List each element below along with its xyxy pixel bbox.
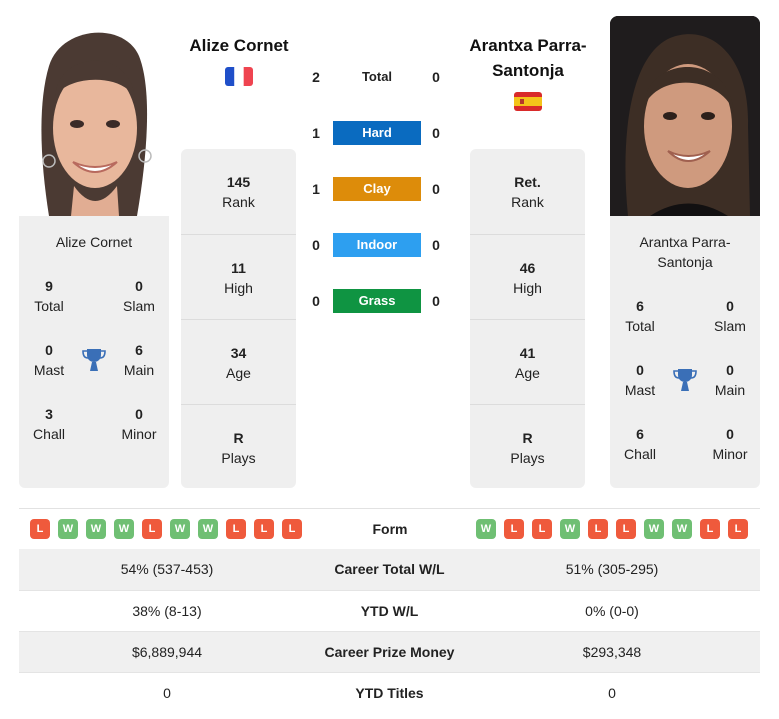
h2h-label-total: Total bbox=[361, 69, 393, 84]
h2h-left-value: 1 bbox=[312, 125, 320, 141]
form-badge-loss[interactable]: L bbox=[588, 519, 608, 539]
h2h-row-indoor[interactable]: 0 Indoor 0 bbox=[305, 233, 445, 257]
stat-chall: 3 Chall bbox=[33, 406, 65, 442]
player-left-card-name: Alize Cornet bbox=[55, 234, 133, 250]
row-label: YTD Titles bbox=[355, 685, 424, 701]
left-value: $6,889,944 bbox=[131, 644, 203, 660]
stat-slam: 0 Slam bbox=[123, 278, 155, 314]
info-rank: Ret. Rank bbox=[511, 174, 544, 210]
info-high: 11 High bbox=[181, 234, 296, 319]
player-right-card: Arantxa Parra- Santonja 6 Total 0 Slam 0 Ma… bbox=[610, 216, 760, 488]
info-age: 41 Age bbox=[470, 319, 585, 404]
form-badge-loss[interactable]: L bbox=[504, 519, 524, 539]
form-label: Form bbox=[372, 521, 408, 537]
flag-spain-icon bbox=[514, 92, 542, 111]
player-right-name[interactable]: Arantxa Parra- Santonja bbox=[463, 33, 593, 83]
stat-minor: 0 Minor bbox=[121, 406, 157, 442]
info-plays: R Plays bbox=[470, 404, 585, 489]
h2h-right-value: 0 bbox=[432, 237, 440, 253]
left-value: 38% (8-13) bbox=[132, 603, 202, 619]
surface-clay-button[interactable]: Clay bbox=[333, 177, 421, 201]
player-left-card: Alize Cornet 9 Total 0 Slam 0 Mast 6 Main 3C… bbox=[19, 216, 169, 488]
h2h-left-value: 0 bbox=[312, 237, 320, 253]
h2h-right-value: 0 bbox=[432, 125, 440, 141]
info-rank: 145 Rank bbox=[222, 174, 255, 210]
stat-slam: 0 Slam bbox=[714, 298, 746, 334]
form-badge-win[interactable]: W bbox=[170, 519, 190, 539]
form-badge-win[interactable]: W bbox=[560, 519, 580, 539]
left-value: 54% (537-453) bbox=[120, 561, 214, 577]
h2h-left-value: 1 bbox=[312, 181, 320, 197]
stat-main: 0 Main bbox=[714, 362, 746, 398]
form-badge-win[interactable]: W bbox=[644, 519, 664, 539]
stat-minor: 0 Minor bbox=[712, 426, 748, 462]
h2h-row-hard[interactable]: 1 Hard 0 bbox=[305, 121, 445, 145]
surface-hard-button[interactable]: Hard bbox=[333, 121, 421, 145]
stat-total: 6 Total bbox=[625, 298, 655, 334]
table-row: $6,889,944 Career Prize Money $293,348 bbox=[19, 631, 760, 672]
form-badge-loss[interactable]: L bbox=[700, 519, 720, 539]
h2h-right-value: 0 bbox=[432, 69, 440, 85]
player-right-photo bbox=[610, 16, 760, 216]
table-row: 54% (537-453) Career Total W/L 51% (305-… bbox=[19, 549, 760, 590]
h2h-row-total: 2 Total 0 bbox=[305, 65, 445, 89]
table-row: 38% (8-13) YTD W/L 0% (0-0) bbox=[19, 590, 760, 631]
right-value: 0% (0-0) bbox=[585, 603, 639, 619]
info-age: 34 Age bbox=[181, 319, 296, 404]
row-label: YTD W/L bbox=[360, 603, 419, 619]
form-badge-loss[interactable]: L bbox=[616, 519, 636, 539]
form-badge-loss[interactable]: L bbox=[142, 519, 162, 539]
right-value: 51% (305-295) bbox=[565, 561, 659, 577]
player-right-info: Ret. Rank 46 High 41 Age R Plays bbox=[470, 149, 585, 488]
right-value: $293,348 bbox=[582, 644, 642, 660]
form-badge-win[interactable]: W bbox=[58, 519, 78, 539]
stat-main: 6 Main bbox=[123, 342, 155, 378]
h2h-left-value: 2 bbox=[312, 69, 320, 85]
flag-france-icon bbox=[225, 67, 253, 86]
form-badge-loss[interactable]: L bbox=[30, 519, 50, 539]
right-value: 0 bbox=[608, 685, 616, 701]
h2h-row-grass[interactable]: 0 Grass 0 bbox=[305, 289, 445, 313]
row-label: Career Prize Money bbox=[324, 644, 455, 660]
player-right-name-line1: Arantxa Parra- bbox=[469, 36, 587, 55]
form-badge-loss[interactable]: L bbox=[282, 519, 302, 539]
info-high: 46 High bbox=[470, 234, 585, 319]
stat-mast: 0 Mast bbox=[33, 342, 65, 378]
stat-chall: 6 Chall bbox=[624, 426, 656, 462]
surface-grass-button[interactable]: Grass bbox=[333, 289, 421, 313]
form-badge-win[interactable]: W bbox=[86, 519, 106, 539]
h2h-row-clay[interactable]: 1 Clay 0 bbox=[305, 177, 445, 201]
player-right-card-name: Arantxa Parra- Santonja bbox=[639, 234, 731, 270]
form-badge-loss[interactable]: L bbox=[532, 519, 552, 539]
left-value: 0 bbox=[163, 685, 171, 701]
form-badge-win[interactable]: W bbox=[672, 519, 692, 539]
form-badge-win[interactable]: W bbox=[476, 519, 496, 539]
player-left-name[interactable]: Alize Cornet bbox=[174, 33, 304, 58]
stat-mast: 0 Mast bbox=[624, 362, 656, 398]
h2h-left-value: 0 bbox=[312, 293, 320, 309]
row-label: Career Total W/L bbox=[334, 561, 445, 577]
stat-total: 9 Total bbox=[34, 278, 64, 314]
form-badge-win[interactable]: W bbox=[114, 519, 134, 539]
player-right-name-line2: Santonja bbox=[492, 61, 564, 80]
form-badge-win[interactable]: W bbox=[198, 519, 218, 539]
player-left-info: 145 Rank 11 High 34 Age R Plays bbox=[181, 149, 296, 488]
player-left-photo bbox=[19, 16, 169, 216]
info-plays: R Plays bbox=[181, 404, 296, 489]
form-badge-loss[interactable]: L bbox=[728, 519, 748, 539]
form-badge-loss[interactable]: L bbox=[226, 519, 246, 539]
table-row: 0 YTD Titles 0 bbox=[19, 672, 760, 713]
form-badge-loss[interactable]: L bbox=[254, 519, 274, 539]
h2h-right-value: 0 bbox=[432, 181, 440, 197]
divider bbox=[19, 508, 760, 509]
h2h-right-value: 0 bbox=[432, 293, 440, 309]
surface-indoor-button[interactable]: Indoor bbox=[333, 233, 421, 257]
